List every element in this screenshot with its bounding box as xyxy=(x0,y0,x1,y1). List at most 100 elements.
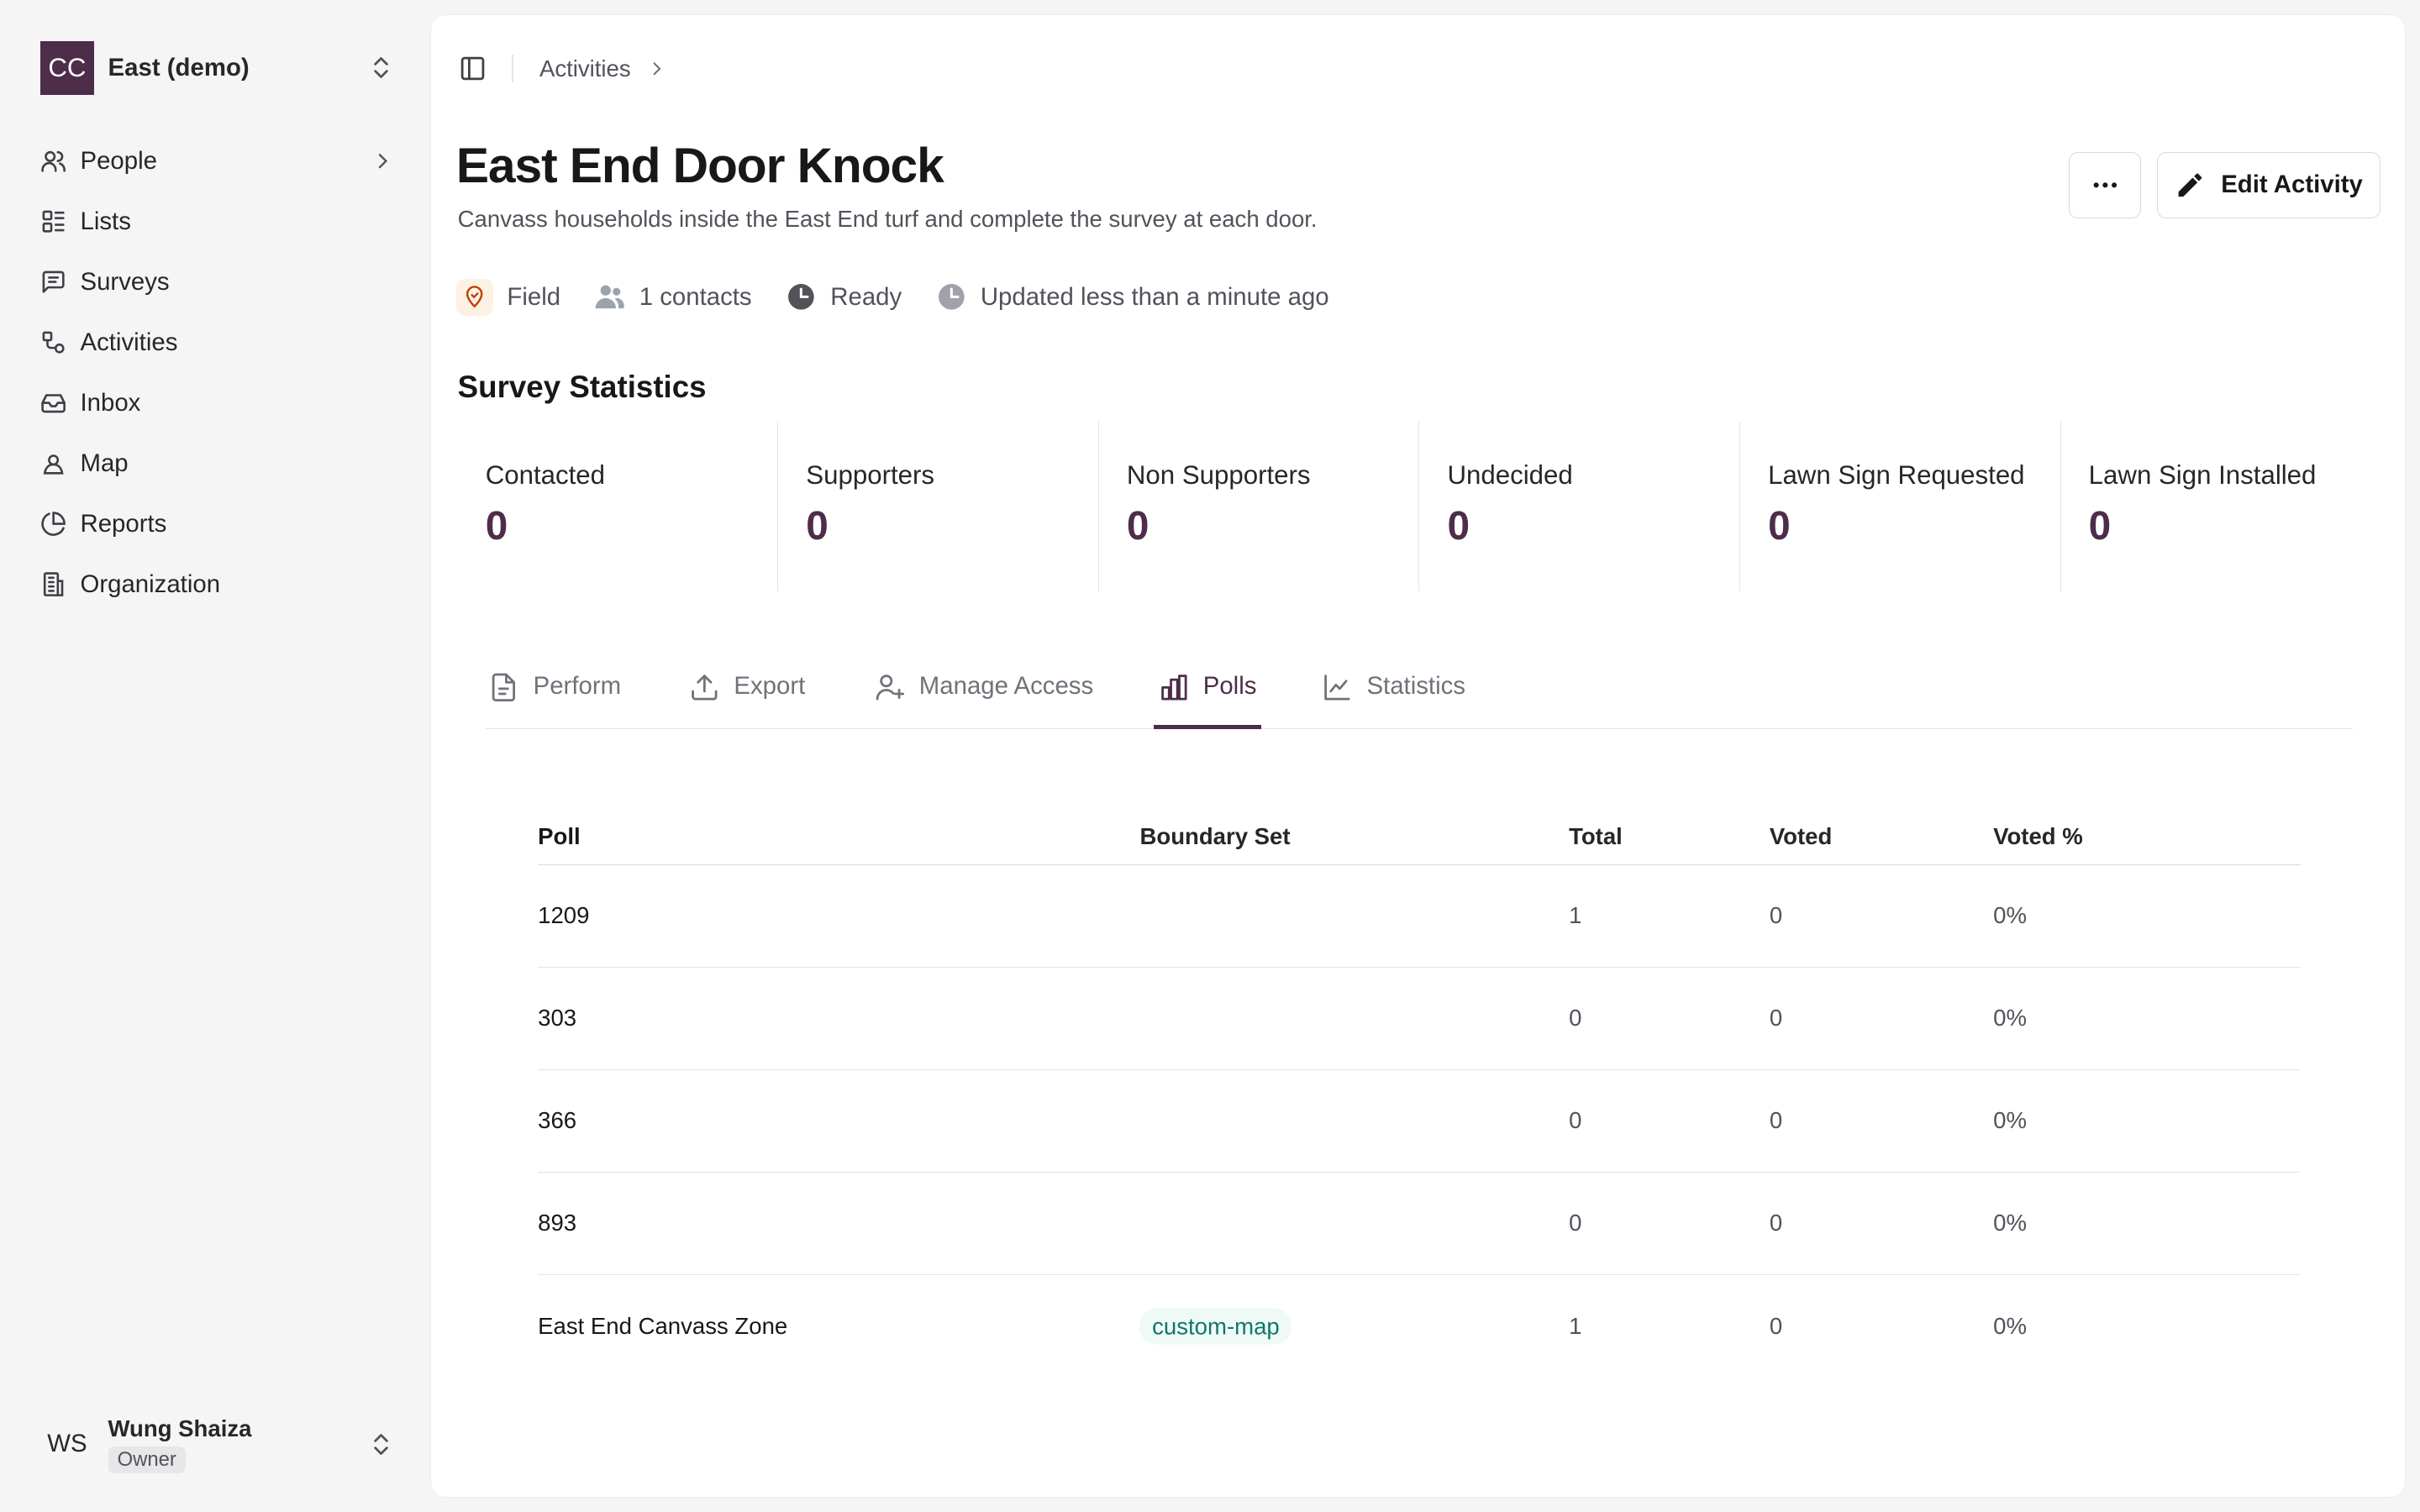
sidebar-toggle-icon[interactable] xyxy=(459,55,487,82)
user-info: Wung Shaiza Owner xyxy=(108,1415,368,1473)
sidebar-item-inbox[interactable]: Inbox xyxy=(40,373,395,433)
document-icon xyxy=(488,672,519,703)
user-role-badge: Owner xyxy=(108,1446,186,1473)
activity-updated: Updated less than a minute ago xyxy=(936,281,1329,312)
user-name: Wung Shaiza xyxy=(108,1415,252,1441)
table-header: Poll Boundary Set Total Voted Voted % xyxy=(538,788,2301,865)
map-pin-icon xyxy=(455,278,493,316)
poll-voted-pct: 0% xyxy=(1993,902,2027,929)
column-header-total[interactable]: Total xyxy=(1569,823,1623,850)
stat-label: Lawn Sign Installed xyxy=(2088,460,2317,491)
sidebar-item-label: Lists xyxy=(80,207,131,236)
table-row[interactable]: 366 0 0 0% xyxy=(538,1070,2301,1173)
activity-description: Canvass households inside the East End t… xyxy=(457,206,1318,233)
sidebar-item-label: People xyxy=(80,147,157,176)
tab-polls[interactable]: Polls xyxy=(1154,666,1261,729)
column-header-voted[interactable]: Voted xyxy=(1770,823,1832,850)
poll-voted: 0 xyxy=(1769,1210,1783,1236)
org-switcher[interactable]: CC East (demo) xyxy=(39,40,395,96)
building-icon xyxy=(40,571,66,597)
user-menu[interactable]: WS Wung Shaiza Owner xyxy=(40,1410,395,1478)
sidebar-item-label: Inbox xyxy=(80,389,141,417)
bar-chart-icon xyxy=(1159,672,1190,703)
sidebar-item-map[interactable]: Map xyxy=(40,433,395,494)
users-icon xyxy=(594,281,625,312)
pencil-icon xyxy=(2175,170,2221,201)
reports-icon xyxy=(40,511,66,537)
tab-export[interactable]: Export xyxy=(689,666,805,729)
survey-statistics: Contacted 0 Supporters 0 Non Supporters … xyxy=(458,422,2381,592)
polls-table: Poll Boundary Set Total Voted Voted % 12… xyxy=(538,788,2301,1378)
stat-label: Undecided xyxy=(1447,460,1573,491)
activity-status: Ready xyxy=(786,281,902,312)
tab-label: Manage Access xyxy=(918,671,1094,700)
column-header-poll[interactable]: Poll xyxy=(538,823,581,850)
activity-type: Field xyxy=(455,278,560,316)
activity-updated-label: Updated less than a minute ago xyxy=(980,282,1329,311)
chevron-right-icon xyxy=(371,149,395,173)
stat-contacted: Contacted 0 xyxy=(458,422,778,591)
poll-voted-pct: 0% xyxy=(1993,1210,2027,1236)
table-row[interactable]: East End Canvass Zone custom-map 1 0 0% xyxy=(538,1275,2301,1378)
activity-status-label: Ready xyxy=(830,282,902,311)
org-logo: CC xyxy=(39,40,95,95)
list-icon xyxy=(40,208,66,234)
org-name: East (demo) xyxy=(108,53,250,81)
page-title: East End Door Knock xyxy=(455,139,944,194)
table-row[interactable]: 1209 1 0 0% xyxy=(538,865,2301,968)
table-row[interactable]: 893 0 0 0% xyxy=(538,1173,2301,1276)
sidebar-item-surveys[interactable]: Surveys xyxy=(40,252,395,312)
poll-name: 1209 xyxy=(538,902,590,929)
survey-statistics-title: Survey Statistics xyxy=(457,369,707,404)
activity-contacts: 1 contacts xyxy=(594,281,752,312)
stat-value: 0 xyxy=(1768,503,1791,549)
sidebar-item-label: Organization xyxy=(80,570,221,598)
column-header-boundary-set[interactable]: Boundary Set xyxy=(1139,823,1290,850)
poll-voted: 0 xyxy=(1769,1313,1783,1340)
tab-label: Polls xyxy=(1202,671,1257,700)
poll-total: 0 xyxy=(1569,1210,1582,1236)
inbox-icon xyxy=(40,390,66,416)
stat-non-supporters: Non Supporters 0 xyxy=(1097,422,1419,592)
poll-total: 1 xyxy=(1569,1313,1582,1340)
clock-icon xyxy=(786,281,817,312)
stat-value: 0 xyxy=(806,503,829,549)
activity-contacts-label: 1 contacts xyxy=(639,282,752,311)
more-actions-button[interactable] xyxy=(2069,151,2142,218)
stat-lawn-sign-installed: Lawn Sign Installed 0 xyxy=(2060,422,2381,592)
poll-name: 366 xyxy=(538,1107,577,1134)
users-icon xyxy=(40,148,66,174)
topbar: Activities xyxy=(459,49,667,89)
sidebar-item-label: Activities xyxy=(80,328,178,357)
poll-voted-pct: 0% xyxy=(1993,1313,2027,1340)
chevron-up-down-icon xyxy=(367,54,395,81)
divider xyxy=(511,55,513,83)
poll-voted-pct: 0% xyxy=(1993,1005,2027,1032)
tab-statistics[interactable]: Statistics xyxy=(1322,666,1465,729)
column-header-voted-pct[interactable]: Voted % xyxy=(1993,823,2083,850)
tab-perform[interactable]: Perform xyxy=(488,666,621,729)
ellipsis-icon xyxy=(2090,170,2121,201)
tab-manage-access[interactable]: Manage Access xyxy=(875,666,1094,729)
sidebar-item-reports[interactable]: Reports xyxy=(40,494,395,554)
sidebar: CC East (demo) People Lists Surveys Acti… xyxy=(0,0,429,1512)
stat-label: Supporters xyxy=(806,460,935,491)
poll-total: 1 xyxy=(1569,902,1582,929)
stat-lawn-sign-requested: Lawn Sign Requested 0 xyxy=(1739,422,2060,592)
activities-icon xyxy=(40,329,66,355)
edit-activity-button[interactable]: Edit Activity xyxy=(2156,151,2381,218)
breadcrumb-activities[interactable]: Activities xyxy=(539,55,631,82)
sidebar-item-activities[interactable]: Activities xyxy=(40,312,395,373)
table-row[interactable]: 303 0 0 0% xyxy=(538,968,2301,1070)
activity-tabs: Perform Export Manage Access Polls Stati… xyxy=(485,666,2354,729)
activity-meta: Field 1 contacts Ready Updated less than… xyxy=(455,277,1363,318)
poll-voted-pct: 0% xyxy=(1993,1107,2027,1134)
tab-label: Statistics xyxy=(1366,671,1465,700)
line-chart-icon xyxy=(1322,672,1353,703)
sidebar-item-lists[interactable]: Lists xyxy=(40,192,395,252)
stat-value: 0 xyxy=(2088,503,2112,549)
sidebar-item-organization[interactable]: Organization xyxy=(40,554,395,615)
map-icon xyxy=(40,450,66,476)
upload-icon xyxy=(689,672,720,703)
sidebar-item-people[interactable]: People xyxy=(40,131,395,192)
